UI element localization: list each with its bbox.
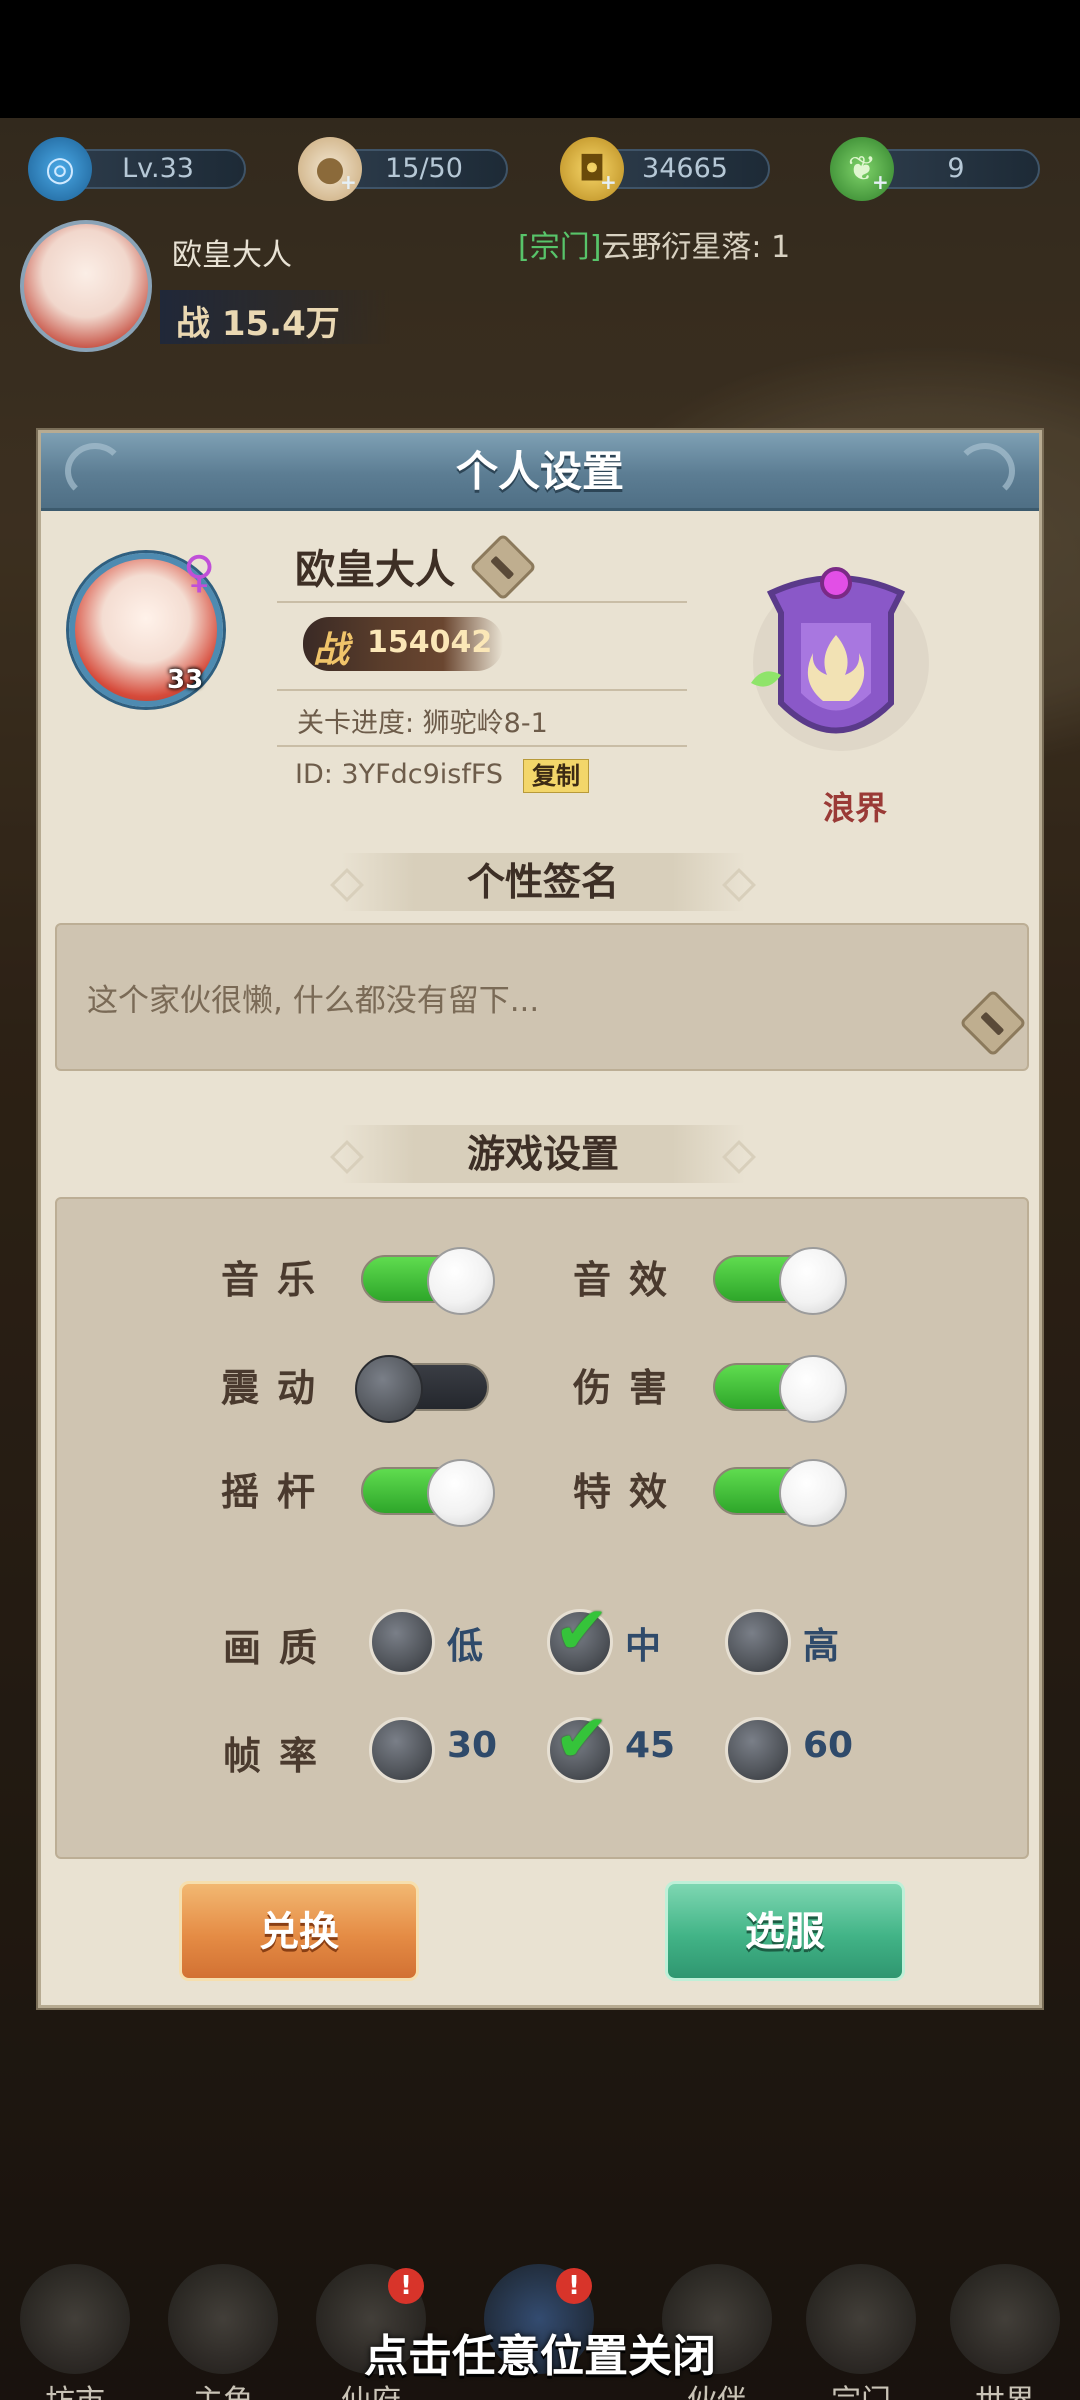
- divider: [277, 601, 687, 603]
- female-icon: ♀: [183, 547, 216, 598]
- sound-effects-label: 音效: [573, 1258, 686, 1302]
- guild-tag: [宗门]: [518, 230, 602, 265]
- guild-text: 云野衍星落: 1: [601, 230, 791, 265]
- framerate-45-radio[interactable]: ✔: [547, 1706, 613, 1783]
- resource-stamina[interactable]: 15/50: [340, 149, 508, 189]
- modal-title: 个人设置: [455, 447, 624, 496]
- effects-toggle[interactable]: [713, 1459, 847, 1527]
- resource-bar: Lv.33 ◎ 15/50 ● + 34665 ◘ + 9 ❦ +: [0, 135, 1080, 205]
- rank-emblem-name: 浪界: [823, 789, 888, 827]
- framerate-30-radio[interactable]: [369, 1717, 435, 1783]
- toggle-knob: [355, 1355, 423, 1423]
- edit-signature-icon[interactable]: [959, 989, 1027, 1057]
- quality-high-radio[interactable]: [725, 1609, 791, 1675]
- quality-label: 画质: [223, 1626, 336, 1670]
- guild-message: [宗门]云野衍星落: 1: [518, 222, 790, 266]
- quality-low-label: 低: [447, 1626, 484, 1667]
- quality-medium-label: 中: [625, 1626, 662, 1667]
- notification-badge: !: [556, 2268, 592, 2304]
- exchange-button[interactable]: 兑换: [179, 1881, 419, 1981]
- add-leaves-icon[interactable]: +: [872, 172, 890, 192]
- resource-coins-value: 34665: [642, 153, 728, 184]
- resource-stamina-value: 15/50: [385, 153, 463, 184]
- joystick-toggle[interactable]: [361, 1459, 495, 1527]
- damage-toggle[interactable]: [713, 1355, 847, 1423]
- framerate-45-label: 45: [625, 1725, 676, 1766]
- check-icon: ✔: [554, 1592, 610, 1669]
- avatar-level: 33: [167, 665, 204, 695]
- resource-level: Lv.33: [70, 149, 246, 189]
- toggle-knob: [779, 1459, 847, 1527]
- toggle-knob: [779, 1247, 847, 1315]
- resource-leaves[interactable]: 9: [872, 149, 1040, 189]
- modal-header: 个人设置: [41, 433, 1039, 511]
- edit-name-icon[interactable]: [469, 533, 537, 601]
- toggle-knob: [427, 1459, 495, 1527]
- divider: [277, 745, 687, 747]
- divider: [277, 689, 687, 691]
- rank-emblem-icon[interactable]: [741, 553, 931, 763]
- toggle-knob: [427, 1247, 495, 1315]
- game-settings-panel: 音乐 音效 震动 伤害 摇杆 特效 画质 低 ✔ 中 高 帧率 30 ✔ 45 …: [55, 1197, 1029, 1859]
- effects-label: 特效: [573, 1470, 686, 1514]
- framerate-label: 帧率: [223, 1734, 336, 1778]
- vibration-label: 震动: [221, 1366, 334, 1410]
- copy-id-button[interactable]: 复制: [523, 759, 589, 793]
- notification-badge: !: [388, 2268, 424, 2304]
- framerate-30-label: 30: [447, 1725, 498, 1766]
- player-avatar[interactable]: [20, 220, 152, 352]
- profile-name: 欧皇大人: [295, 547, 455, 593]
- framerate-60-label: 60: [803, 1725, 854, 1766]
- personal-settings-modal: 个人设置 ♀ 33 欧皇大人 战 154042 关卡进度: 狮驼岭8-1 ID:…: [38, 430, 1042, 2008]
- quality-low-radio[interactable]: [369, 1609, 435, 1675]
- music-toggle[interactable]: [361, 1247, 495, 1315]
- check-icon: ✔: [554, 1700, 610, 1777]
- power-value: 154042: [367, 625, 493, 660]
- swirl-icon: ◎: [28, 137, 92, 201]
- game-settings-section-title: 游戏设置: [341, 1125, 745, 1183]
- resource-coins[interactable]: 34665: [600, 149, 770, 189]
- add-stamina-icon[interactable]: +: [340, 172, 358, 192]
- resource-level-value: Lv.33: [122, 153, 194, 184]
- player-power: 战 15.4万: [176, 304, 340, 344]
- add-coins-icon[interactable]: +: [600, 172, 618, 192]
- music-label: 音乐: [221, 1258, 334, 1302]
- close-hint: 点击任意位置关闭: [364, 2331, 716, 2382]
- framerate-60-radio[interactable]: [725, 1717, 791, 1783]
- signature-section-title: 个性签名: [341, 853, 745, 911]
- signature-box[interactable]: 这个家伙很懒, 什么都没有留下...: [55, 923, 1029, 1071]
- stage-progress: 关卡进度: 狮驼岭8-1: [297, 708, 548, 739]
- player-id: ID: 3YFdc9isfFS: [295, 759, 504, 790]
- select-server-button[interactable]: 选服: [665, 1881, 905, 1981]
- quality-medium-radio[interactable]: ✔: [547, 1598, 613, 1675]
- player-name: 欧皇大人: [172, 238, 292, 273]
- damage-label: 伤害: [573, 1366, 686, 1410]
- sound-effects-toggle[interactable]: [713, 1247, 847, 1315]
- resource-leaves-value: 9: [947, 153, 965, 184]
- vibration-toggle[interactable]: [355, 1355, 489, 1423]
- signature-text: 这个家伙很懒, 什么都没有留下...: [87, 983, 540, 1019]
- quality-high-label: 高: [803, 1626, 840, 1667]
- power-label: 战: [313, 630, 350, 671]
- toggle-knob: [779, 1355, 847, 1423]
- joystick-label: 摇杆: [221, 1470, 334, 1514]
